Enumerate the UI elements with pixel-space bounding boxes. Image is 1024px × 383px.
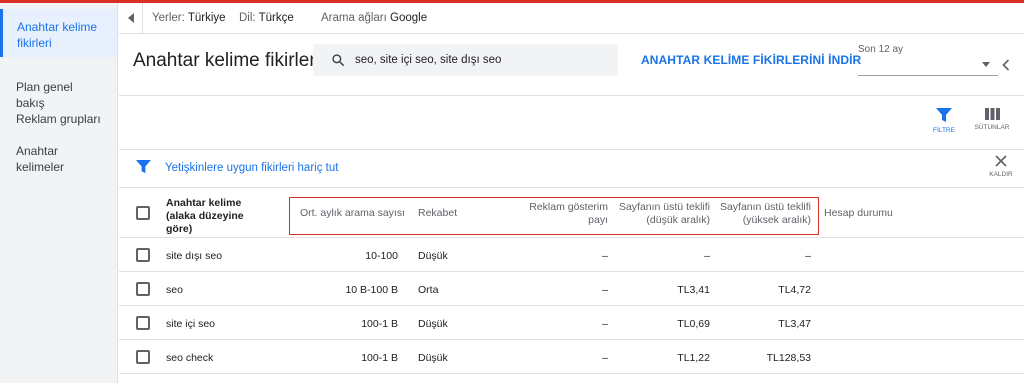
sidebar: Anahtar kelime fikirleri Plan genel bakı… xyxy=(0,3,118,383)
bid-low-cell: TL3,41 xyxy=(677,284,710,296)
impression-share-cell: – xyxy=(602,318,608,330)
collapse-sidebar-button[interactable] xyxy=(119,3,143,33)
dropdown-arrow-icon xyxy=(982,62,990,67)
keyword-cell: seo check xyxy=(166,352,214,364)
columns-label: SÜTUNLAR xyxy=(974,124,1010,131)
search-icon xyxy=(332,54,345,67)
date-range-dropdown[interactable]: Son 12 ay xyxy=(858,44,998,76)
column-header-account-status[interactable]: Hesap durumu xyxy=(824,207,934,220)
bid-high-cell: TL128,53 xyxy=(766,352,811,364)
location-label: Yerler: xyxy=(152,12,185,24)
search-input[interactable]: seo, site içi seo, site dışı seo xyxy=(313,44,618,76)
row-checkbox[interactable] xyxy=(136,350,150,364)
competition-cell: Düşük xyxy=(418,352,448,364)
keyword-cell: site içi seo xyxy=(166,318,216,330)
search-value: seo, site içi seo, site dışı seo xyxy=(355,54,502,66)
table-row[interactable]: seo 10 B-100 B Orta – TL3,41 TL4,72 xyxy=(119,273,1024,306)
language-crumb[interactable]: Dil: Türkçe xyxy=(239,12,294,24)
avg-searches-cell: 10 B-100 B xyxy=(345,284,398,296)
row-checkbox[interactable] xyxy=(136,282,150,296)
date-range-label: Son 12 ay xyxy=(858,44,904,55)
filter-icon xyxy=(936,108,952,122)
columns-icon xyxy=(984,108,1000,120)
keyword-cell: seo xyxy=(166,284,183,296)
location-crumb[interactable]: Yerler: Türkiye xyxy=(152,12,226,24)
competition-cell: Düşük xyxy=(418,250,448,262)
avg-searches-cell: 10-100 xyxy=(365,250,398,262)
breadcrumb: Yerler: Türkiye Dil: Türkçe Arama ağları… xyxy=(119,3,1024,34)
bid-high-cell: TL4,72 xyxy=(778,284,811,296)
filter-button[interactable]: FİLTRE xyxy=(922,108,966,134)
bid-high-cell: – xyxy=(805,250,811,262)
bid-low-cell: TL0,69 xyxy=(677,318,710,330)
table-row[interactable]: site dışı seo 10-100 Düşük – – – xyxy=(119,239,1024,272)
caret-left-icon xyxy=(127,13,134,23)
columns-button[interactable]: SÜTUNLAR xyxy=(970,108,1014,131)
language-value: Türkçe xyxy=(258,12,294,24)
sidebar-item-keywords[interactable]: Anahtar kelimeler xyxy=(0,143,117,175)
keyword-cell: site dışı seo xyxy=(166,250,223,262)
bid-low-cell: – xyxy=(704,250,710,262)
impression-share-cell: – xyxy=(602,284,608,296)
close-icon xyxy=(995,155,1007,167)
row-checkbox[interactable] xyxy=(136,316,150,330)
dropdown-underline xyxy=(858,75,998,76)
annotation-highlight-box xyxy=(289,197,819,235)
filter-icon[interactable] xyxy=(136,160,151,174)
impression-share-cell: – xyxy=(602,250,608,262)
table-row[interactable]: seo check 100-1 B Düşük – TL1,22 TL128,5… xyxy=(119,341,1024,374)
chevron-left-icon[interactable] xyxy=(1002,59,1010,71)
avg-searches-cell: 100-1 B xyxy=(361,352,398,364)
table-row[interactable]: site içi seo 100-1 B Düşük – TL0,69 TL3,… xyxy=(119,307,1024,340)
bid-low-cell: TL1,22 xyxy=(677,352,710,364)
language-label: Dil: xyxy=(239,12,256,24)
download-keyword-ideas-button[interactable]: ANAHTAR KELİME FİKİRLERİNİ İNDİR xyxy=(641,53,861,67)
header-divider xyxy=(119,95,1024,96)
avg-searches-cell: 100-1 B xyxy=(361,318,398,330)
competition-cell: Düşük xyxy=(418,318,448,330)
keyword-header-line1: Anahtar kelime xyxy=(166,197,242,209)
remove-filter-label: KALDIR xyxy=(989,171,1013,178)
sidebar-item-keyword-ideas[interactable]: Anahtar kelime fikirleri xyxy=(0,9,117,57)
bid-high-cell: TL3,47 xyxy=(778,318,811,330)
network-crumb[interactable]: Arama ağları Google xyxy=(321,12,427,24)
filter-label: FİLTRE xyxy=(933,127,955,134)
remove-filter-button[interactable]: KALDIR xyxy=(983,155,1019,178)
impression-share-cell: – xyxy=(602,352,608,364)
active-filter-row: Yetişkinlere uygun fikirleri hariç tut xyxy=(119,150,1024,186)
page-title: Anahtar kelime fikirleri xyxy=(133,50,320,71)
network-value: Google xyxy=(390,12,428,24)
location-value: Türkiye xyxy=(187,12,226,24)
column-header-keyword[interactable]: Anahtar kelime (alaka düzeyine göre) xyxy=(166,197,266,236)
sidebar-item-plan-overview[interactable]: Plan genel bakış xyxy=(0,79,117,111)
row-checkbox[interactable] xyxy=(136,248,150,262)
keyword-header-line2: (alaka düzeyine xyxy=(166,210,244,222)
network-label: Arama ağları xyxy=(321,12,387,24)
competition-cell: Orta xyxy=(418,284,439,296)
sidebar-item-ad-groups[interactable]: Reklam grupları xyxy=(0,111,117,127)
adult-ideas-filter-chip[interactable]: Yetişkinlere uygun fikirleri hariç tut xyxy=(165,162,338,174)
select-all-checkbox[interactable] xyxy=(136,206,150,220)
keyword-header-line3: göre) xyxy=(166,223,193,235)
